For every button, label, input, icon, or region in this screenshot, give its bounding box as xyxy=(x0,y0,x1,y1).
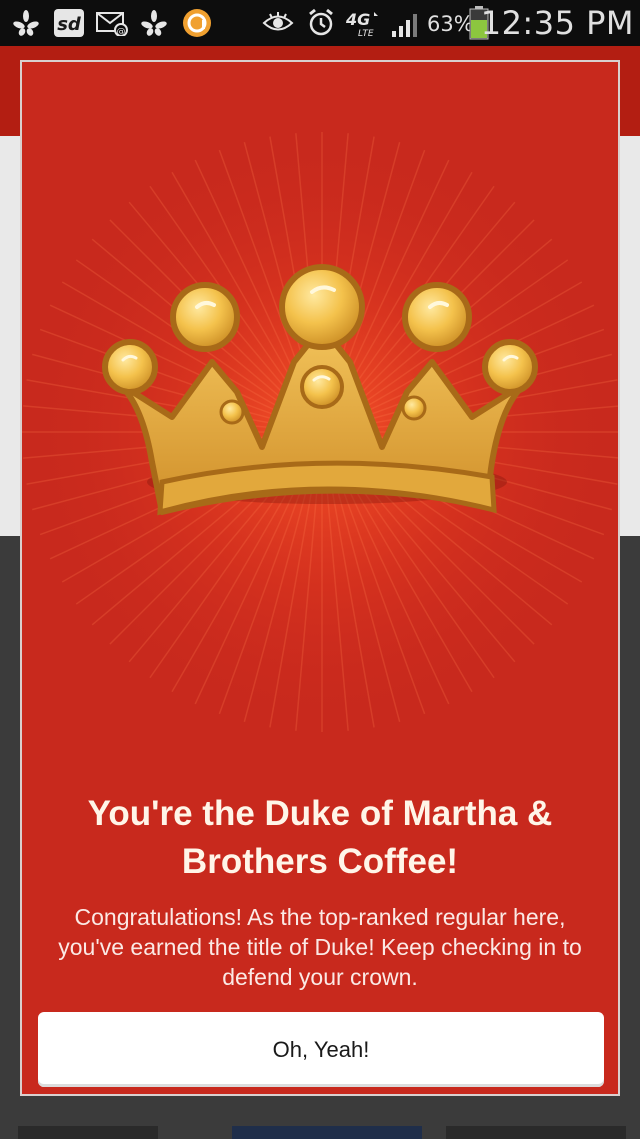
yelp-icon xyxy=(12,8,40,38)
dialog-body: Congratulations! As the top-ranked regul… xyxy=(58,904,582,990)
signal-icon xyxy=(390,8,422,38)
alarm-icon xyxy=(306,8,336,38)
sd-icon: sd xyxy=(54,8,84,38)
background-tab xyxy=(446,1126,626,1139)
email-icon: @ xyxy=(96,8,128,38)
battery-percent: 63% xyxy=(427,12,474,36)
oh-yeah-button[interactable]: Oh, Yeah! xyxy=(38,1012,604,1087)
dialog-headline: You're the Duke of Martha & Brothers Cof… xyxy=(87,794,553,881)
status-bar: sd @ 4G LTE 63% 12:35 PM xyxy=(0,0,640,46)
background-tab xyxy=(18,1126,158,1139)
clock-time: 12:35 PM xyxy=(480,4,634,42)
background-tab xyxy=(232,1126,422,1139)
crown-icon xyxy=(102,264,538,516)
app-icon xyxy=(182,8,212,38)
svg-text:LTE: LTE xyxy=(358,29,374,38)
svg-text:4G: 4G xyxy=(345,10,370,29)
network-4g-lte-icon: 4G LTE xyxy=(344,8,382,38)
yelp-icon xyxy=(140,8,168,38)
svg-text:sd: sd xyxy=(57,14,82,35)
eye-icon xyxy=(262,8,294,38)
mayor-dialog: You're the Duke of Martha & Brothers Cof… xyxy=(20,60,620,1096)
svg-text:@: @ xyxy=(117,27,126,36)
